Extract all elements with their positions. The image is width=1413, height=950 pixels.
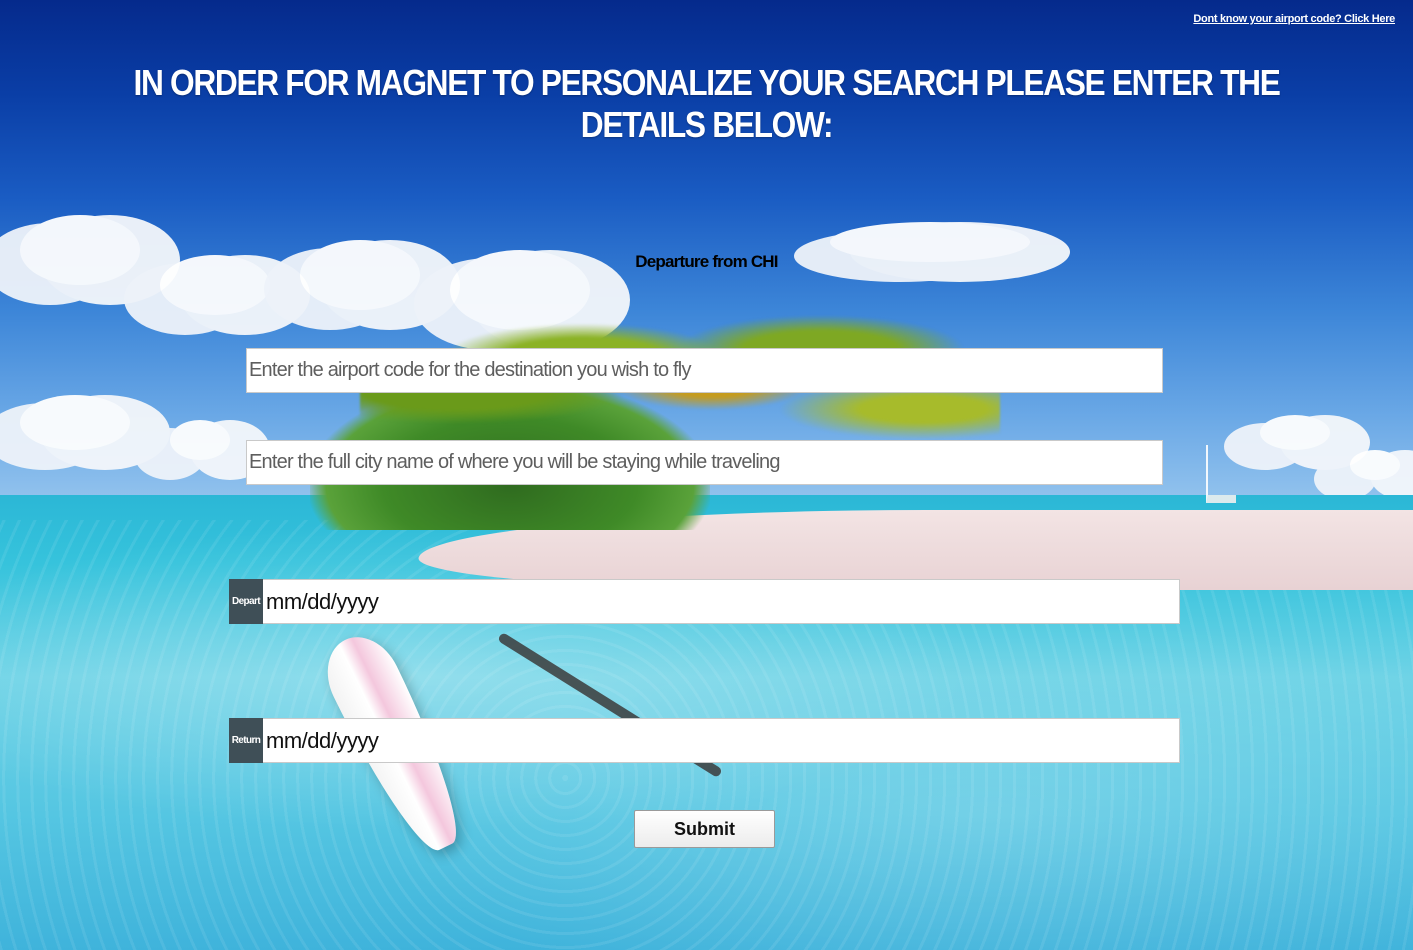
depart-date-input[interactable]: mm/dd/yyyy — [263, 579, 1180, 624]
submit-button[interactable]: Submit — [634, 810, 775, 848]
return-label: Return — [229, 718, 263, 763]
return-date-row: Return mm/dd/yyyy — [229, 718, 1180, 763]
departure-label: Departure from CHI — [635, 252, 778, 271]
destination-airport-code-input[interactable] — [246, 348, 1163, 393]
sailboat — [1206, 445, 1236, 503]
cloud — [1350, 450, 1400, 480]
cloud — [1260, 415, 1330, 450]
page-title: IN ORDER FOR MAGNET TO PERSONALIZE YOUR … — [133, 62, 1280, 145]
return-date-input[interactable]: mm/dd/yyyy — [263, 718, 1180, 763]
cloud — [20, 215, 140, 285]
airport-code-help-link[interactable]: Dont know your airport code? Click Here — [1193, 13, 1395, 25]
cloud — [170, 420, 230, 460]
city-name-input[interactable] — [246, 440, 1163, 485]
depart-label: Depart — [229, 579, 263, 624]
cloud — [20, 395, 130, 450]
depart-date-row: Depart mm/dd/yyyy — [229, 579, 1180, 624]
